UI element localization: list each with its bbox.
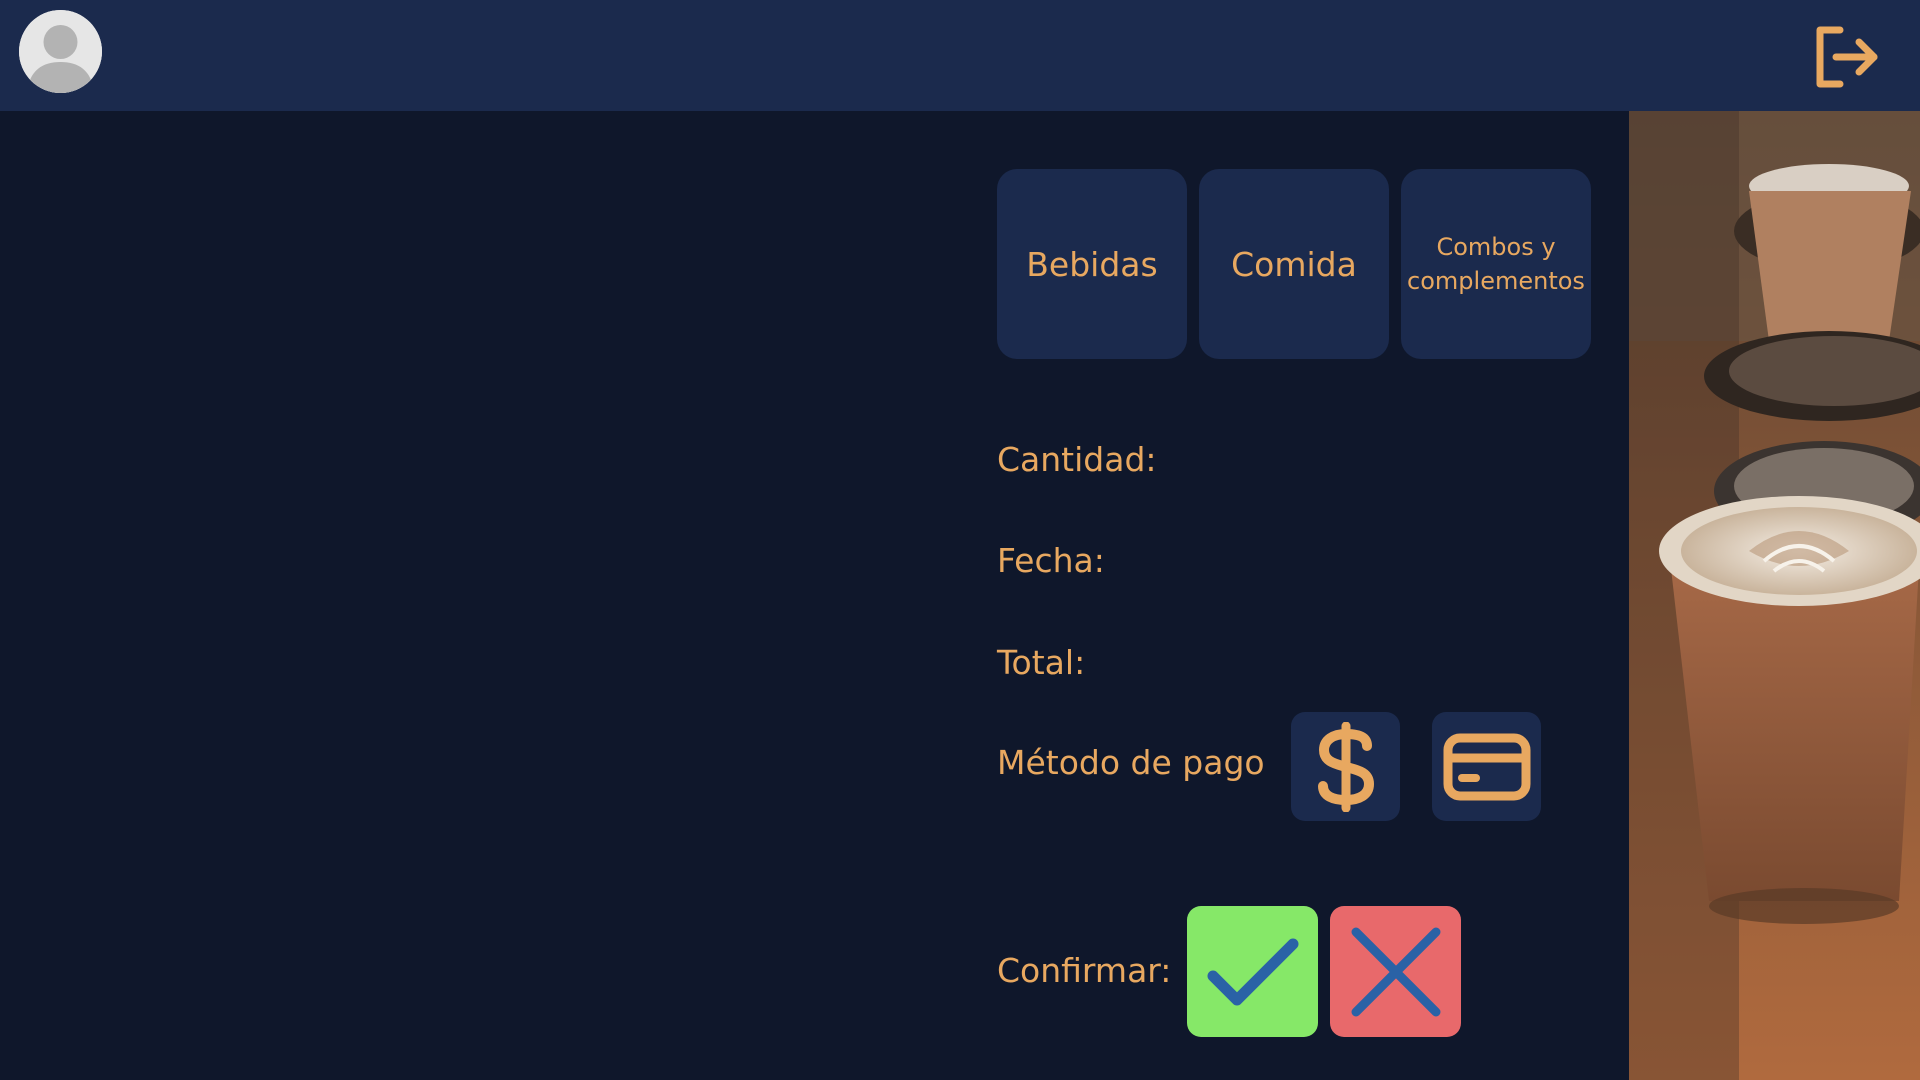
logout-icon <box>1816 26 1878 88</box>
coffee-photo <box>1629 111 1920 1080</box>
app-window: Bebidas Comida Combos y complementos Can… <box>0 0 1920 1080</box>
category-bebidas-button[interactable]: Bebidas <box>997 169 1187 359</box>
top-bar <box>0 0 1920 111</box>
date-label: Fecha: <box>997 541 1105 580</box>
user-avatar[interactable] <box>19 10 102 93</box>
credit-card-icon <box>1443 733 1530 800</box>
confirm-button[interactable] <box>1187 906 1318 1037</box>
category-combos-label: Combos y complementos <box>1407 233 1585 295</box>
dollar-icon <box>1317 721 1374 812</box>
confirm-label: Confirmar: <box>997 951 1172 990</box>
logout-button[interactable] <box>1812 24 1882 90</box>
pay-card-button[interactable] <box>1432 712 1541 821</box>
quantity-label: Cantidad: <box>997 440 1157 479</box>
payment-method-label: Método de pago <box>997 743 1265 782</box>
user-avatar-icon <box>19 10 102 93</box>
category-comida-label: Comida <box>1231 244 1357 284</box>
total-label: Total: <box>997 643 1086 682</box>
cancel-button[interactable] <box>1330 906 1461 1037</box>
close-icon <box>1351 927 1440 1016</box>
category-combos-button[interactable]: Combos y complementos <box>1401 169 1591 359</box>
category-comida-button[interactable]: Comida <box>1199 169 1389 359</box>
pay-cash-button[interactable] <box>1291 712 1400 821</box>
check-icon <box>1207 938 1298 1005</box>
category-bebidas-label: Bebidas <box>1026 244 1158 284</box>
